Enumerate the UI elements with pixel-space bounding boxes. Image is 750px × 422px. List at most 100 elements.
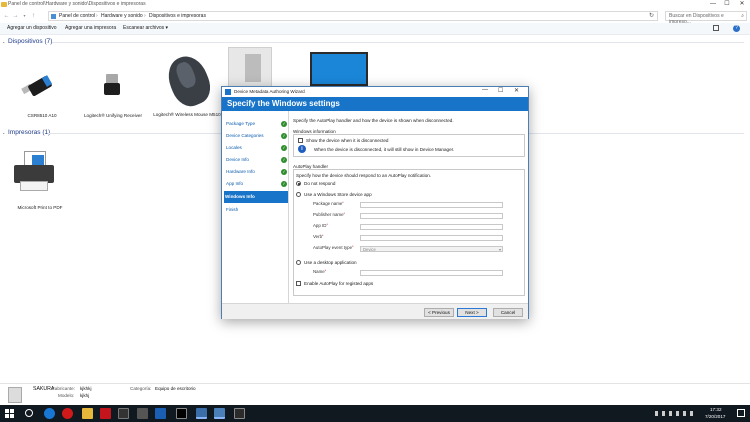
details-pane: SAKURA Fabricante: kjkhkj Categoría: Equ… [0, 383, 750, 405]
close-button[interactable]: ✕ [735, 0, 749, 9]
help-icon[interactable]: ? [733, 25, 740, 32]
name-text: Name [313, 269, 325, 274]
computer-tower-icon[interactable] [228, 47, 272, 87]
add-printer-button[interactable]: Agregar una impresora [65, 25, 116, 31]
device-tile-mouse[interactable]: Logitech® Wireless Mouse M510 [152, 50, 222, 126]
taskbar: 17:32 7/20/2017 [0, 405, 750, 422]
system-tray-icons[interactable] [655, 411, 695, 416]
mail-icon[interactable] [234, 408, 245, 419]
search-taskbar-icon[interactable] [25, 409, 33, 417]
step-label: Package Type [226, 121, 256, 126]
devices-window-taskbar-icon[interactable] [196, 408, 207, 419]
step-label: Locales [226, 145, 242, 150]
up-arrow-icon[interactable]: ↑ [30, 12, 37, 20]
do-not-respond-label: Do not respond [304, 181, 336, 186]
explorer-taskbar-icon[interactable] [82, 408, 93, 419]
cancel-button[interactable]: Cancel [493, 308, 523, 317]
refresh-icon[interactable]: ↻ [649, 12, 654, 19]
step-locales[interactable]: Locales ✓ [225, 142, 289, 154]
edge-icon[interactable] [44, 408, 55, 419]
printers-header[interactable]: Impresoras (1) [8, 129, 50, 136]
package-name-text: Package name [313, 201, 343, 206]
step-device-categories[interactable]: Device Categories ✓ [225, 130, 289, 142]
forward-arrow-icon[interactable]: → [12, 12, 19, 20]
publisher-name-input[interactable] [360, 213, 503, 219]
opera-icon[interactable] [62, 408, 73, 419]
usb-receiver-icon [104, 74, 120, 100]
manufacturer-label: Fabricante: [52, 386, 75, 391]
wizard-dialog: Device Metadata Authoring Wizard — ☐ ✕ S… [221, 86, 529, 319]
collapse-chevron-icon[interactable]: ⌄ [2, 39, 5, 44]
name-label: Name* [313, 269, 327, 274]
terminal-icon[interactable] [176, 408, 187, 419]
step-package-type[interactable]: Package Type ✓ [225, 118, 289, 130]
wizard-taskbar-icon[interactable] [214, 408, 225, 419]
dialog-header: Specify the Windows settings [222, 97, 528, 111]
wizard-content: Specify the AutoPlay handler and how the… [289, 111, 528, 303]
step-device-info[interactable]: Device Info ✓ [225, 154, 289, 166]
monitor-icon[interactable] [310, 52, 368, 86]
device-tile-unifying[interactable]: Logitech® Unifying Receiver [78, 72, 148, 122]
breadcrumb-control-panel[interactable]: Panel de control [59, 13, 95, 19]
store-icon[interactable] [155, 408, 166, 419]
view-options-icon[interactable] [713, 25, 719, 31]
desktop-app-radio[interactable] [296, 260, 301, 265]
address-field[interactable]: Panel de control › Hardware y sonido › D… [48, 11, 658, 21]
dropdown-chevron-icon: ▾ [498, 247, 501, 252]
media-player-icon[interactable] [118, 408, 129, 419]
breadcrumb-devices-printers[interactable]: Dispositivos e impresoras [149, 13, 206, 19]
next-button[interactable]: Next > [457, 308, 487, 317]
event-type-select[interactable]: Device ▾ [360, 246, 503, 252]
wizard-app-icon [225, 89, 231, 95]
step-windows-info[interactable]: Windows Info [224, 191, 288, 203]
previous-button[interactable]: < Previous [424, 308, 454, 317]
store-app-radio[interactable] [296, 192, 301, 197]
step-app-info[interactable]: App Info ✓ [225, 178, 289, 190]
dialog-minimize-button[interactable]: — [482, 87, 488, 93]
search-input[interactable]: Buscar en Dispositivos e impreso... ⌕ [665, 11, 747, 25]
model-label: Modelo: [58, 393, 75, 398]
do-not-respond-radio[interactable] [296, 181, 301, 186]
printer-tile-pdf[interactable]: Microsoft Print to PDF [8, 147, 72, 217]
step-label: Windows Info [225, 194, 255, 199]
back-arrow-icon[interactable]: ← [3, 12, 10, 20]
step-hardware-info[interactable]: Hardware Info ✓ [225, 166, 289, 178]
dialog-heading: Specify the Windows settings [227, 99, 340, 108]
breadcrumb-hardware-sound[interactable]: Hardware y sonido [101, 13, 143, 19]
category-value: Equipo de escritorio [155, 386, 196, 391]
usb-dongle-icon [20, 75, 53, 100]
event-type-text: AutoPlay event type [313, 245, 353, 250]
app-id-input[interactable] [360, 224, 503, 230]
dialog-close-button[interactable]: ✕ [514, 87, 519, 94]
address-bar-row: ← → ▾ ↑ Panel de control › Hardware y so… [0, 10, 750, 25]
scan-button[interactable]: Escanear archivos ▾ [123, 25, 168, 31]
dialog-maximize-button[interactable]: ☐ [498, 87, 503, 94]
model-value: kjkhj [80, 393, 90, 398]
start-windows-icon[interactable] [5, 409, 14, 418]
clock-time[interactable]: 17:32 [710, 407, 722, 412]
enable-registered-checkbox[interactable] [296, 281, 301, 286]
verb-input[interactable] [360, 235, 503, 241]
maximize-button[interactable]: ☐ [720, 0, 734, 9]
minimize-button[interactable]: — [706, 0, 720, 9]
device-tile-csr[interactable]: CSR8510 A10 [12, 72, 72, 122]
command-toolbar: Agregar un dispositivo Agregar una impre… [0, 23, 750, 35]
computer-thumbnail-icon [8, 387, 22, 403]
add-device-button[interactable]: Agregar un dispositivo [7, 25, 56, 31]
step-label: Device Info [226, 157, 249, 162]
devices-header[interactable]: Dispositivos (7) [8, 38, 52, 45]
name-input[interactable] [360, 270, 503, 276]
device-label: CSR8510 A10 [27, 113, 57, 118]
netflix-icon[interactable] [100, 408, 111, 419]
package-name-input[interactable] [360, 202, 503, 208]
info-note: When the device is disconnected, it will… [314, 147, 455, 152]
checkmark-icon: ✓ [281, 121, 287, 127]
notifications-icon[interactable] [737, 409, 745, 417]
collapse-chevron-icon[interactable]: ⌄ [2, 130, 5, 135]
settings-icon[interactable] [137, 408, 148, 419]
step-finish[interactable]: Finish [225, 204, 289, 216]
show-disconnected-checkbox[interactable] [298, 138, 303, 143]
dialog-title-bar: Device Metadata Authoring Wizard — ☐ ✕ [222, 87, 528, 97]
recent-chevron-icon[interactable]: ▾ [21, 12, 28, 20]
clock-date[interactable]: 7/20/2017 [705, 414, 725, 419]
